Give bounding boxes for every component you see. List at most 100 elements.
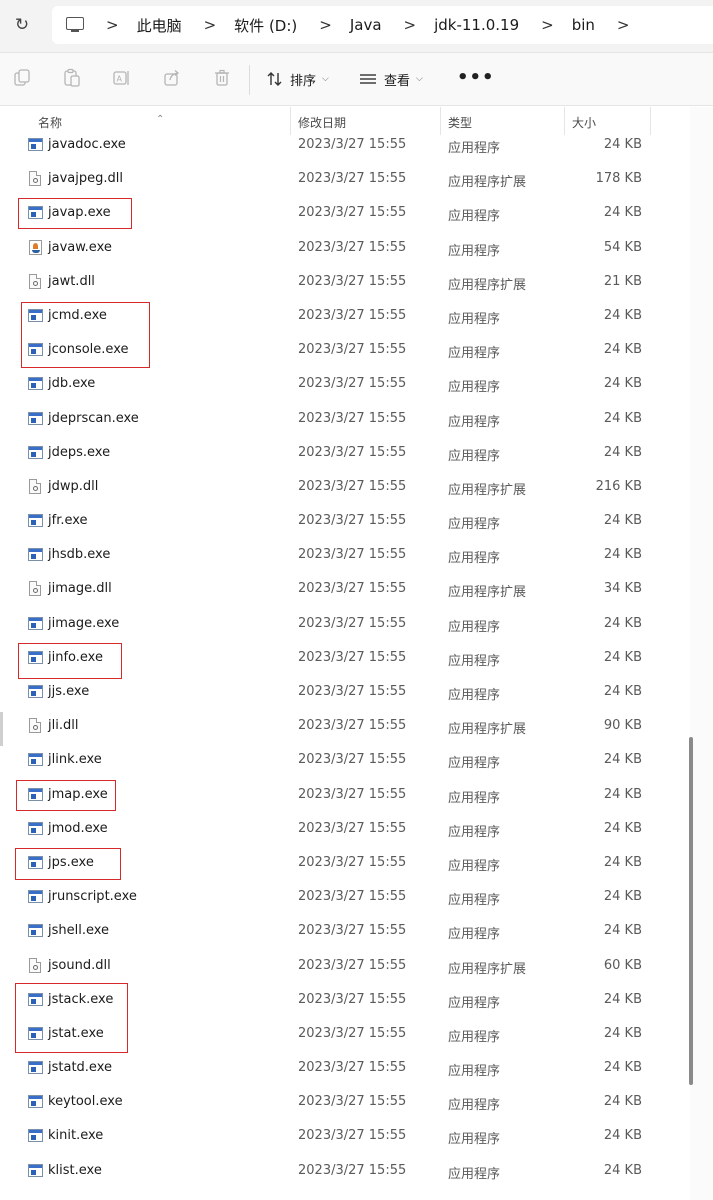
file-row[interactable]: jfr.exe 2023/3/27 15:55 应用程序 24 KB: [0, 504, 690, 538]
breadcrumb-separator[interactable]: >: [204, 16, 217, 34]
file-row[interactable]: jshell.exe 2023/3/27 15:55 应用程序 24 KB: [0, 914, 690, 948]
file-row[interactable]: jcmd.exe 2023/3/27 15:55 应用程序 24 KB: [0, 299, 690, 333]
file-row[interactable]: jinfo.exe 2023/3/27 15:55 应用程序 24 KB: [0, 641, 690, 675]
file-row[interactable]: javadoc.exe 2023/3/27 15:55 应用程序 24 KB: [0, 128, 690, 162]
file-row[interactable]: jrunscript.exe 2023/3/27 15:55 应用程序 24 KB: [0, 880, 690, 914]
file-row[interactable]: jmod.exe 2023/3/27 15:55 应用程序 24 KB: [0, 812, 690, 846]
file-row[interactable]: jconsole.exe 2023/3/27 15:55 应用程序 24 KB: [0, 333, 690, 367]
file-name[interactable]: jimage.exe: [48, 616, 119, 631]
file-size: 24 KB: [603, 889, 642, 905]
breadcrumb-separator[interactable]: >: [106, 16, 119, 34]
file-name[interactable]: jconsole.exe: [48, 342, 128, 357]
file-row[interactable]: jdwp.dll 2023/3/27 15:55 应用程序扩展 216 KB: [0, 470, 690, 504]
file-name[interactable]: javap.exe: [48, 205, 111, 220]
file-row[interactable]: jdeps.exe 2023/3/27 15:55 应用程序 24 KB: [0, 436, 690, 470]
breadcrumb-item[interactable]: 软件 (D:): [234, 15, 297, 36]
view-button[interactable]: 查看 ⌵: [359, 67, 423, 91]
file-name[interactable]: javaw.exe: [48, 240, 112, 255]
file-name[interactable]: keytool.exe: [48, 1094, 123, 1109]
file-type: 应用程序: [448, 756, 501, 772]
share-icon[interactable]: [162, 68, 182, 88]
file-name[interactable]: jli.dll: [48, 718, 78, 733]
file-name[interactable]: klist.exe: [48, 1163, 102, 1178]
file-size: 24 KB: [603, 615, 642, 631]
file-name[interactable]: jmod.exe: [48, 821, 108, 836]
file-name[interactable]: jfr.exe: [48, 513, 88, 528]
breadcrumb-item[interactable]: jdk-11.0.19: [434, 16, 519, 34]
file-row[interactable]: jlink.exe 2023/3/27 15:55 应用程序 24 KB: [0, 743, 690, 777]
file-name[interactable]: jdeprscan.exe: [48, 411, 139, 426]
file-name[interactable]: jimage.dll: [48, 581, 112, 596]
file-name[interactable]: jshell.exe: [48, 923, 109, 938]
file-name[interactable]: jrunscript.exe: [48, 889, 137, 904]
sort-button[interactable]: 排序 ⌵: [266, 67, 329, 91]
breadcrumb[interactable]: > 此电脑 > 软件 (D:) > Java > jdk-11.0.19 > b…: [52, 6, 713, 44]
vertical-scrollbar-thumb[interactable]: [689, 737, 693, 1085]
file-row[interactable]: jdb.exe 2023/3/27 15:55 应用程序 24 KB: [0, 367, 690, 401]
copy-icon[interactable]: [12, 68, 32, 88]
file-row[interactable]: jstat.exe 2023/3/27 15:55 应用程序 24 KB: [0, 1017, 690, 1051]
file-name[interactable]: jjs.exe: [48, 684, 89, 699]
exe-file-icon: [28, 992, 43, 1006]
file-size: 24 KB: [603, 205, 642, 221]
file-name[interactable]: jsound.dll: [48, 958, 111, 973]
breadcrumb-separator[interactable]: >: [617, 16, 630, 34]
breadcrumb-item[interactable]: Java: [350, 16, 382, 34]
file-size: 24 KB: [603, 1162, 642, 1178]
refresh-icon[interactable]: ↻: [12, 15, 32, 35]
file-type: 应用程序: [448, 688, 501, 703]
file-name[interactable]: jcmd.exe: [48, 308, 107, 323]
file-size: 24 KB: [603, 684, 642, 699]
file-name[interactable]: javadoc.exe: [48, 137, 126, 152]
file-row[interactable]: jsound.dll 2023/3/27 15:55 应用程序扩展 60 KB: [0, 949, 690, 983]
file-date: 2023/3/27 15:55: [298, 991, 407, 1007]
delete-icon[interactable]: [212, 68, 232, 88]
file-name[interactable]: jps.exe: [48, 855, 94, 870]
file-row[interactable]: jjs.exe 2023/3/27 15:55 应用程序 24 KB: [0, 675, 690, 709]
file-name[interactable]: jlink.exe: [48, 752, 102, 767]
file-size: 24 KB: [603, 307, 642, 323]
file-name[interactable]: jdwp.dll: [48, 479, 98, 494]
view-icon: [360, 74, 376, 84]
file-row[interactable]: keytool.exe 2023/3/27 15:55 应用程序 24 KB: [0, 1085, 690, 1119]
file-name[interactable]: jdeps.exe: [48, 445, 110, 460]
file-row[interactable]: jmap.exe 2023/3/27 15:55 应用程序 24 KB: [0, 778, 690, 812]
file-row[interactable]: javap.exe 2023/3/27 15:55 应用程序 24 KB: [0, 196, 690, 230]
file-name[interactable]: jdb.exe: [48, 376, 95, 391]
vertical-scrollbar-track[interactable]: [690, 107, 713, 1200]
file-name[interactable]: jhsdb.exe: [48, 547, 110, 562]
file-row[interactable]: jps.exe 2023/3/27 15:55 应用程序 24 KB: [0, 846, 690, 880]
file-name[interactable]: jawt.dll: [48, 274, 95, 289]
file-type: 应用程序扩展: [448, 482, 527, 498]
file-type: 应用程序扩展: [448, 277, 527, 293]
file-row[interactable]: jimage.dll 2023/3/27 15:55 应用程序扩展 34 KB: [0, 572, 690, 606]
file-name[interactable]: jstatd.exe: [48, 1060, 112, 1075]
file-row[interactable]: jimage.exe 2023/3/27 15:55 应用程序 24 KB: [0, 607, 690, 641]
breadcrumb-separator[interactable]: >: [404, 16, 417, 34]
file-row[interactable]: jhsdb.exe 2023/3/27 15:55 应用程序 24 KB: [0, 538, 690, 572]
file-row[interactable]: jli.dll 2023/3/27 15:55 应用程序扩展 90 KB: [0, 709, 690, 743]
file-type: 应用程序: [448, 1064, 501, 1080]
this-pc-icon[interactable]: [66, 16, 84, 32]
breadcrumb-item[interactable]: bin: [572, 16, 595, 34]
file-row[interactable]: kinit.exe 2023/3/27 15:55 应用程序 24 KB: [0, 1119, 690, 1153]
file-row[interactable]: javaw.exe 2023/3/27 15:55 应用程序 54 KB: [0, 231, 690, 265]
file-row[interactable]: jstack.exe 2023/3/27 15:55 应用程序 24 KB: [0, 983, 690, 1017]
rename-icon[interactable]: A: [112, 68, 132, 88]
file-row[interactable]: jdeprscan.exe 2023/3/27 15:55 应用程序 24 KB: [0, 402, 690, 436]
file-name[interactable]: kinit.exe: [48, 1128, 103, 1143]
paste-icon[interactable]: [62, 68, 82, 88]
breadcrumb-separator[interactable]: >: [541, 16, 554, 34]
breadcrumb-separator[interactable]: >: [319, 16, 332, 34]
file-row[interactable]: jstatd.exe 2023/3/27 15:55 应用程序 24 KB: [0, 1051, 690, 1085]
file-name[interactable]: jmap.exe: [48, 787, 108, 802]
file-name[interactable]: jstack.exe: [48, 992, 113, 1007]
file-row[interactable]: jawt.dll 2023/3/27 15:55 应用程序扩展 21 KB: [0, 265, 690, 299]
file-row[interactable]: javajpeg.dll 2023/3/27 15:55 应用程序扩展 178 KB: [0, 162, 690, 196]
more-options-button[interactable]: •••: [457, 67, 495, 88]
breadcrumb-item[interactable]: 此电脑: [137, 15, 182, 36]
file-name[interactable]: jinfo.exe: [48, 650, 103, 665]
file-row[interactable]: klist.exe 2023/3/27 15:55 应用程序 24 KB: [0, 1154, 690, 1188]
file-name[interactable]: jstat.exe: [48, 1026, 104, 1041]
file-name[interactable]: javajpeg.dll: [48, 171, 123, 186]
